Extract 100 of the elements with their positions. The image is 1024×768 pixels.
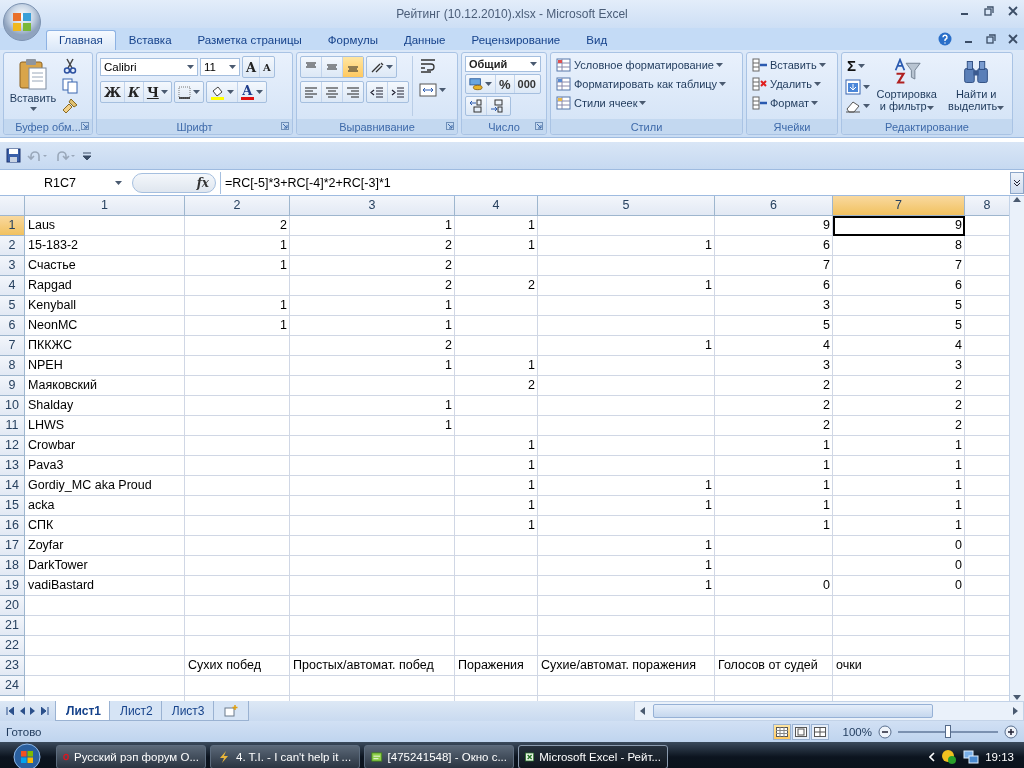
scroll-thumb[interactable] — [653, 704, 933, 718]
paste-button[interactable]: Вставить — [7, 56, 59, 116]
row-header[interactable]: 7 — [0, 336, 25, 356]
column-header[interactable]: 3 — [290, 196, 455, 216]
row-header[interactable]: 5 — [0, 296, 25, 316]
scroll-left-icon[interactable] — [639, 707, 645, 715]
row-header[interactable]: 18 — [0, 556, 25, 576]
fill-down-icon[interactable] — [845, 79, 861, 95]
underline-button[interactable]: Ч — [143, 82, 171, 102]
styles-menu-button[interactable]: Форматировать как таблицу — [554, 75, 729, 93]
scroll-right-icon[interactable] — [1013, 707, 1019, 715]
row-header[interactable]: 15 — [0, 496, 25, 516]
row-header[interactable]: 11 — [0, 416, 25, 436]
save-icon[interactable] — [6, 148, 21, 163]
view-button[interactable] — [810, 723, 829, 740]
cells-menu-button[interactable]: Вставить — [750, 56, 828, 74]
row-header[interactable]: 10 — [0, 396, 25, 416]
font-size-field[interactable]: 11 — [200, 58, 240, 76]
sheet-tab[interactable]: Лист2 — [109, 701, 164, 721]
autosum-button[interactable]: Σ — [845, 56, 870, 75]
first-sheet-icon[interactable] — [6, 707, 14, 715]
percent-button[interactable]: % — [496, 75, 515, 94]
ribbon-tab[interactable]: Разметка страницы — [184, 30, 315, 50]
row-header[interactable]: 17 — [0, 536, 25, 556]
merge-cells-icon[interactable] — [419, 82, 437, 98]
cells-menu-button[interactable]: Удалить — [750, 75, 828, 93]
row-header[interactable]: 9 — [0, 376, 25, 396]
column-header[interactable]: 6 — [715, 196, 833, 216]
expand-formula-button[interactable] — [1010, 171, 1024, 194]
row-header[interactable]: 20 — [0, 596, 25, 616]
find-select-button[interactable]: Найти и выделить — [943, 56, 1009, 116]
column-header[interactable]: 4 — [455, 196, 538, 216]
row-header[interactable]: 14 — [0, 476, 25, 496]
row-header[interactable]: 24 — [0, 676, 25, 696]
styles-menu-button[interactable]: Стили ячеек — [554, 94, 729, 112]
decrease-indent-button[interactable] — [367, 82, 388, 102]
grow-font-button[interactable]: A — [243, 57, 261, 77]
zoom-out-icon[interactable] — [878, 724, 892, 739]
next-sheet-icon[interactable] — [30, 707, 36, 715]
column-header[interactable]: 7 — [833, 196, 965, 216]
cells-menu-button[interactable]: Формат — [750, 94, 828, 112]
ribbon-tab[interactable]: Вставка — [115, 30, 185, 50]
taskbar-button[interactable]: [475241548] - Окно с... — [364, 745, 514, 768]
column-header[interactable]: 8 — [965, 196, 1009, 216]
restore-icon[interactable] — [984, 6, 994, 16]
row-header[interactable]: 19 — [0, 576, 25, 596]
font-family-field[interactable]: Calibri — [100, 58, 198, 76]
ribbon-tab[interactable]: Главная — [46, 30, 116, 50]
view-button[interactable] — [772, 723, 791, 740]
row-header[interactable]: 2 — [0, 236, 25, 256]
taskbar-button[interactable]: 4. T.I. - I can't help it ... — [210, 745, 360, 768]
column-header[interactable]: 2 — [185, 196, 290, 216]
italic-button[interactable]: К — [125, 82, 144, 102]
ribbon-tab[interactable]: Данные — [390, 30, 459, 50]
formula-field[interactable]: =RC[-5]*3+RC[-4]*2+RC[-3]*1 — [220, 171, 1006, 194]
sort-filter-button[interactable]: Сортировка и фильтр — [873, 56, 941, 116]
wrap-text-icon[interactable] — [419, 58, 437, 74]
close-icon[interactable] — [1008, 34, 1018, 44]
column-header[interactable]: 5 — [538, 196, 715, 216]
dialog-launcher-icon[interactable] — [81, 122, 89, 130]
currency-button[interactable] — [466, 75, 496, 94]
customize-icon[interactable] — [83, 151, 91, 160]
row-header[interactable]: 6 — [0, 316, 25, 336]
previous-sheet-icon[interactable] — [19, 707, 25, 715]
help-icon[interactable] — [938, 32, 952, 46]
row-header[interactable]: 3 — [0, 256, 25, 276]
sheet-tab[interactable]: Лист3 — [160, 701, 216, 721]
insert-function-button[interactable]: fx — [132, 172, 216, 193]
row-header[interactable]: 1 — [0, 216, 25, 236]
row-header[interactable]: 23 — [0, 656, 25, 676]
bold-button[interactable]: Ж — [101, 82, 126, 102]
taskbar-button[interactable]: Русский рэп форум О... — [56, 745, 206, 768]
close-icon[interactable] — [1008, 6, 1018, 16]
vertical-scrollbar[interactable] — [1009, 196, 1024, 701]
styles-menu-button[interactable]: Условное форматирование — [554, 56, 729, 74]
ribbon-tab[interactable]: Формулы — [314, 30, 391, 50]
vertical-align-button[interactable] — [343, 57, 363, 77]
row-header[interactable]: 22 — [0, 636, 25, 656]
shrink-font-button[interactable]: A — [260, 57, 274, 77]
font-color-button[interactable]: A — [237, 82, 266, 102]
dialog-launcher-icon[interactable] — [535, 122, 543, 130]
number-format-field[interactable]: Общий — [465, 56, 541, 73]
column-header[interactable]: 1 — [25, 196, 185, 216]
ribbon-tab[interactable]: Рецензирование — [458, 30, 574, 50]
zoom-in-icon[interactable] — [1004, 724, 1018, 739]
network-icon[interactable] — [963, 749, 980, 765]
row-header[interactable]: 16 — [0, 516, 25, 536]
ribbon-tab[interactable]: Вид — [573, 30, 621, 50]
horizontal-scrollbar[interactable] — [634, 701, 1024, 721]
brush-icon[interactable] — [62, 98, 78, 114]
row-header[interactable]: 12 — [0, 436, 25, 456]
restore-icon[interactable] — [986, 34, 996, 44]
last-sheet-icon[interactable] — [41, 707, 49, 715]
eraser-icon[interactable] — [845, 99, 861, 113]
row-header[interactable]: 13 — [0, 456, 25, 476]
row-header[interactable]: 8 — [0, 356, 25, 376]
view-button[interactable] — [791, 723, 810, 740]
dialog-launcher-icon[interactable] — [281, 122, 289, 130]
row-header[interactable]: 4 — [0, 276, 25, 296]
taskbar-button[interactable]: Microsoft Excel - Рейт... — [518, 745, 668, 768]
